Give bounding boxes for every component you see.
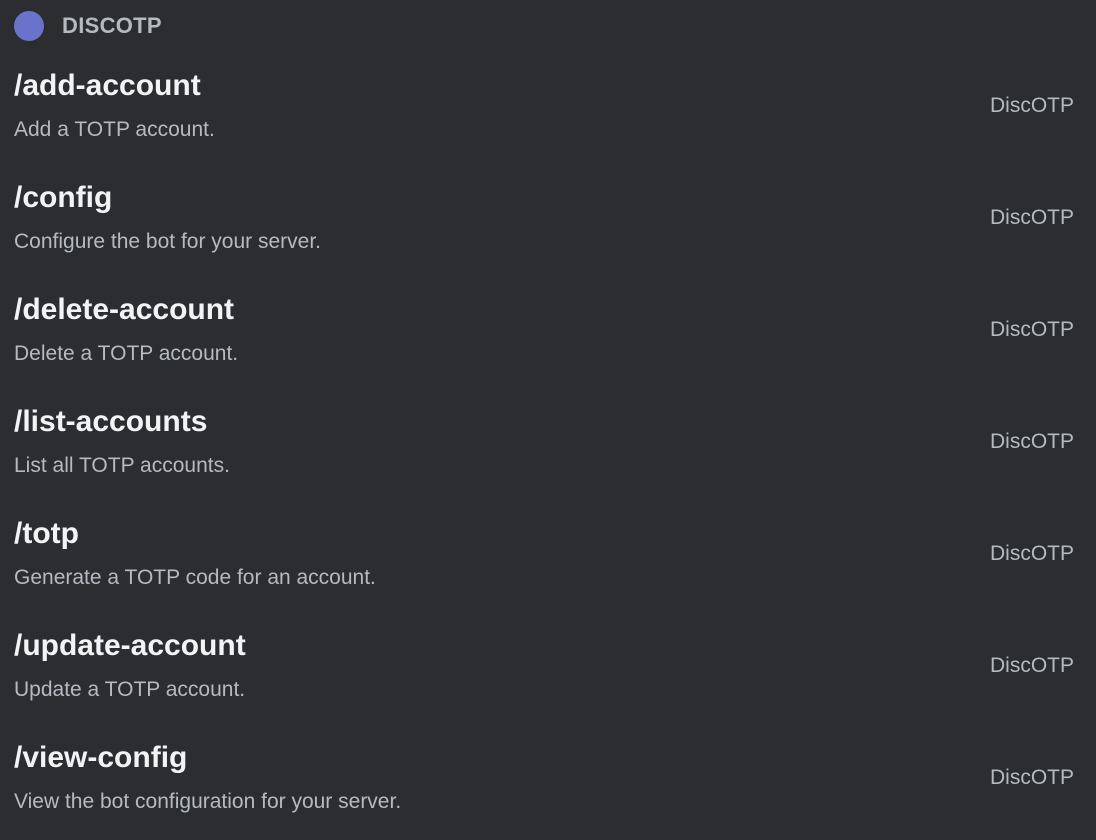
command-description: View the bot configuration for your serv…: [14, 790, 402, 813]
command-item-totp[interactable]: /totp Generate a TOTP code for an accoun…: [0, 504, 1096, 616]
command-source: DiscOTP: [990, 654, 1074, 677]
command-autocomplete-panel: DISCOTP /add-account Add a TOTP account.…: [0, 0, 1096, 832]
command-source: DiscOTP: [990, 766, 1074, 789]
command-name: /list-accounts: [14, 405, 208, 438]
command-name: /view-config: [14, 741, 188, 774]
command-name: /config: [14, 181, 113, 214]
command-name: /delete-account: [14, 293, 235, 326]
command-name: /update-account: [14, 629, 246, 662]
command-name: /add-account: [14, 69, 201, 102]
command-source: DiscOTP: [990, 542, 1074, 565]
command-description: Generate a TOTP code for an account.: [14, 566, 376, 589]
command-description: List all TOTP accounts.: [14, 454, 230, 477]
bot-avatar: [14, 11, 44, 41]
command-item-view-config[interactable]: /view-config View the bot configuration …: [0, 728, 1096, 840]
command-source: DiscOTP: [990, 318, 1074, 341]
command-description: Update a TOTP account.: [14, 678, 246, 701]
command-item-config[interactable]: /config Configure the bot for your serve…: [0, 168, 1096, 280]
bot-section-header: DISCOTP: [14, 10, 162, 42]
command-description: Add a TOTP account.: [14, 118, 215, 141]
command-item-delete-account[interactable]: /delete-account Delete a TOTP account. D…: [0, 280, 1096, 392]
command-source: DiscOTP: [990, 94, 1074, 117]
command-description: Delete a TOTP account.: [14, 342, 239, 365]
command-item-list-accounts[interactable]: /list-accounts List all TOTP accounts. D…: [0, 392, 1096, 504]
command-source: DiscOTP: [990, 206, 1074, 229]
command-description: Configure the bot for your server.: [14, 230, 321, 253]
bot-name: DISCOTP: [62, 13, 162, 38]
command-list: /add-account Add a TOTP account. DiscOTP…: [0, 56, 1096, 840]
command-source: DiscOTP: [990, 430, 1074, 453]
command-item-add-account[interactable]: /add-account Add a TOTP account. DiscOTP: [0, 56, 1096, 168]
command-item-update-account[interactable]: /update-account Update a TOTP account. D…: [0, 616, 1096, 728]
command-name: /totp: [14, 517, 79, 550]
